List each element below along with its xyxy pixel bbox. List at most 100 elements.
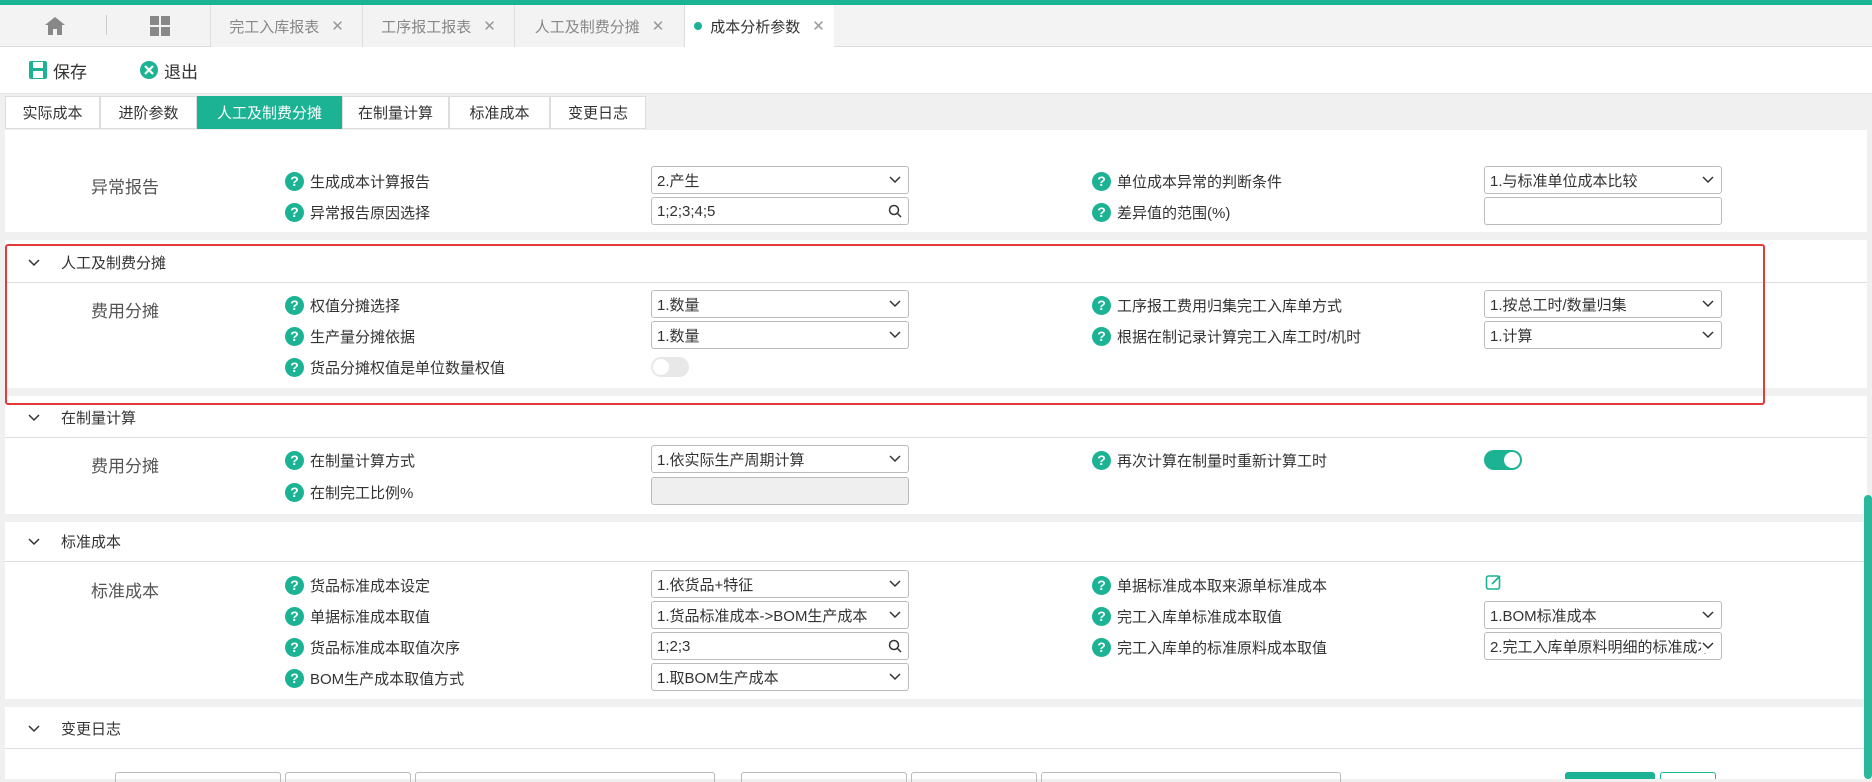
tab-completion-report[interactable]: 完工入库报表 ✕ <box>210 5 362 47</box>
recalculate-hours-toggle[interactable] <box>1484 450 1522 470</box>
tab-actual-cost[interactable]: 实际成本 <box>5 96 100 129</box>
help-icon[interactable]: ? <box>285 606 304 626</box>
abnormal-reason-input[interactable]: 1;2;3;4;5 <box>651 197 909 225</box>
close-icon[interactable]: ✕ <box>331 17 344 35</box>
query-button[interactable] <box>1565 772 1655 779</box>
tab-advanced-params[interactable]: 进阶参数 <box>100 96 197 129</box>
help-icon[interactable]: ? <box>285 668 304 688</box>
exit-button[interactable]: 退出 <box>139 57 198 83</box>
process-cost-collection-select[interactable]: 1.按总工时/数量归集 <box>1484 290 1722 318</box>
bom-cost-method-select[interactable]: 1.取BOM生产成本 <box>651 663 909 691</box>
filter-input[interactable] <box>1041 772 1341 782</box>
help-icon[interactable]: ? <box>285 171 304 191</box>
select-value: 2.产生 <box>657 172 700 190</box>
unit-cost-condition-select[interactable]: 1.与标准单位成本比较 <box>1484 166 1722 194</box>
tab-labor-overhead-allocation[interactable]: 人工及制费分摊 <box>197 96 342 129</box>
help-icon[interactable]: ? <box>285 450 304 470</box>
filter-input[interactable] <box>285 772 411 782</box>
help-icon[interactable]: ? <box>1092 637 1111 657</box>
chevron-down-icon <box>889 176 901 184</box>
tab-labor-overhead[interactable]: 人工及制费分摊 ✕ <box>514 5 684 47</box>
help-icon[interactable]: ? <box>285 357 304 377</box>
production-allocation-select[interactable]: 1.数量 <box>651 321 909 349</box>
select-value: 2.完工入库单原料明细的标准成本 <box>1490 638 1713 656</box>
chevron-down-icon <box>889 331 901 339</box>
weight-allocation-select[interactable]: 1.数量 <box>651 290 909 318</box>
document-standard-cost-select[interactable]: 1.货品标准成本->BOM生产成本 <box>651 601 909 629</box>
close-icon[interactable]: ✕ <box>483 17 496 35</box>
section-header-standard-cost[interactable]: 标准成本 <box>5 522 1867 562</box>
section-header-change-log[interactable]: 变更日志 <box>5 709 1867 749</box>
tab-cost-analysis-params[interactable]: 成本分析参数 ✕ <box>684 5 834 47</box>
chevron-down-icon <box>889 455 901 463</box>
help-icon[interactable]: ? <box>1092 295 1111 315</box>
apps-grid-button[interactable] <box>110 5 210 47</box>
search-icon[interactable] <box>888 204 902 218</box>
home-button[interactable] <box>5 5 105 47</box>
help-icon[interactable]: ? <box>1092 202 1111 222</box>
generate-report-select[interactable]: 2.产生 <box>651 166 909 194</box>
close-icon[interactable]: ✕ <box>812 17 825 35</box>
tab-label: 人工及制费分摊 <box>534 18 640 36</box>
tab-label: 完工入库报表 <box>229 18 320 36</box>
help-icon[interactable]: ? <box>285 295 304 315</box>
tab-label: 标准成本 <box>469 105 530 122</box>
field-label: ? 完工入库单的标准原料成本取值 <box>1092 635 1327 659</box>
help-icon[interactable]: ? <box>285 326 304 346</box>
label-text: 差异值的范围(%) <box>1117 204 1231 222</box>
help-icon[interactable]: ? <box>1092 606 1111 626</box>
help-icon[interactable]: ? <box>1092 171 1111 191</box>
chevron-down-icon <box>888 608 902 622</box>
scrollbar[interactable] <box>1864 495 1872 779</box>
chevron-down-icon <box>27 537 41 547</box>
field-label: ? 差异值的范围(%) <box>1092 200 1230 224</box>
filter-input[interactable] <box>115 772 281 782</box>
label-text: 完工入库单标准成本取值 <box>1117 608 1283 626</box>
reset-button[interactable] <box>1660 772 1716 779</box>
label-text: 在制完工比例% <box>310 484 414 502</box>
section-header-labor[interactable]: 人工及制费分摊 <box>5 243 1867 283</box>
tab-process-report[interactable]: 工序报工报表 ✕ <box>362 5 514 47</box>
toolbar: 保存 退出 <box>0 47 1872 94</box>
save-button[interactable]: 保存 <box>28 57 87 83</box>
receipt-standard-cost-select[interactable]: 1.BOM标准成本 <box>1484 601 1722 629</box>
section-gap <box>5 232 1867 240</box>
wip-calc-method-select[interactable]: 1.依实际生产周期计算 <box>651 445 909 473</box>
tab-wip-calculation[interactable]: 在制量计算 <box>342 96 449 129</box>
receipt-material-cost-select[interactable]: 2.完工入库单原料明细的标准成本 <box>1484 632 1722 660</box>
filter-input[interactable] <box>911 772 1037 782</box>
help-icon[interactable]: ? <box>285 637 304 657</box>
wip-completion-ratio-input[interactable] <box>651 477 909 505</box>
item-standard-cost-select[interactable]: 1.依货品+特征 <box>651 570 909 598</box>
field-label: ? 再次计算在制量时重新计算工时 <box>1092 448 1327 472</box>
field-label: ? 异常报告原因选择 <box>285 200 430 224</box>
search-icon[interactable] <box>888 639 902 653</box>
tab-change-log[interactable]: 变更日志 <box>550 96 646 129</box>
help-icon[interactable]: ? <box>1092 450 1111 470</box>
edit-icon[interactable] <box>1485 573 1503 591</box>
help-icon[interactable]: ? <box>285 202 304 222</box>
standard-cost-order-input[interactable]: 1;2;3 <box>651 632 909 660</box>
close-icon[interactable]: ✕ <box>652 17 665 35</box>
variance-range-input[interactable] <box>1484 197 1722 225</box>
filter-input[interactable] <box>741 772 907 782</box>
section-gap <box>5 388 1867 396</box>
field-label: ? 工序报工费用归集完工入库单方式 <box>1092 293 1342 317</box>
tabs-separator <box>106 15 107 35</box>
help-icon[interactable]: ? <box>285 482 304 502</box>
help-icon[interactable]: ? <box>1092 326 1111 346</box>
tab-standard-cost[interactable]: 标准成本 <box>449 96 550 129</box>
label-text: 生产量分摊依据 <box>310 328 416 346</box>
help-icon[interactable]: ? <box>285 575 304 595</box>
label-text: 货品标准成本取值次序 <box>310 639 461 657</box>
label-text: 单据标准成本取来源单标准成本 <box>1117 577 1328 595</box>
unit-weight-toggle[interactable] <box>651 357 689 377</box>
section-header-wip[interactable]: 在制量计算 <box>5 398 1867 438</box>
wip-hours-calc-select[interactable]: 1.计算 <box>1484 321 1722 349</box>
select-value: 1.依货品+特征 <box>657 576 754 594</box>
filter-input[interactable] <box>415 772 715 782</box>
help-icon[interactable]: ? <box>1092 575 1111 595</box>
save-icon <box>28 60 48 80</box>
input-value: 1;2;3 <box>657 637 691 655</box>
select-value: 1.数量 <box>657 296 700 314</box>
